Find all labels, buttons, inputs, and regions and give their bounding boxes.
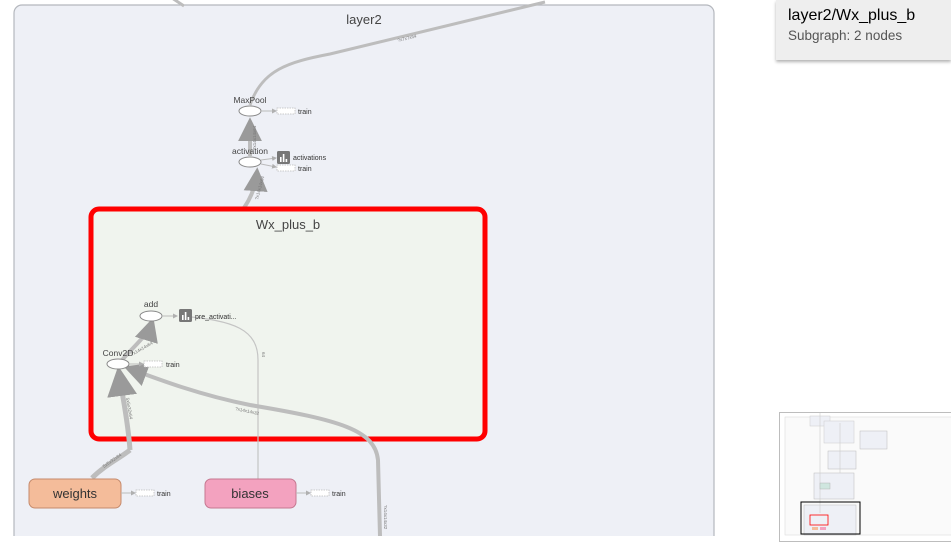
wx-plus-b-label: Wx_plus_b [256,217,320,232]
add-ellipse[interactable] [139,310,163,322]
minimap-canvas [784,413,951,536]
edge-label-input-bottom: ?x14x14x32 [383,505,388,530]
maxpool-train-label: train [298,109,312,116]
layer2-label: layer2 [346,12,381,27]
info-card-title: layer2/Wx_plus_b [788,7,916,24]
weights-train-stub [135,489,155,497]
activation-train-stub [276,164,296,172]
bar-chart-icon[interactable] [179,309,192,322]
activation-summary-label: activations [293,155,327,162]
activation-ellipse[interactable] [238,156,262,168]
bar-chart-icon[interactable] [277,151,290,164]
activation-label: activation [232,146,268,156]
node-info-card[interactable]: layer2/Wx_plus_b Subgraph: 2 nodes [776,0,951,60]
info-card-subtitle: Subgraph: 2 nodes [788,28,903,43]
conv2d-train-stub [143,360,163,368]
biases-train-stub [310,489,330,497]
maxpool-ellipse[interactable] [238,105,262,117]
minimap[interactable] [779,412,951,542]
biases-train-label: train [332,491,346,498]
activation-train-label: train [298,166,312,173]
conv2d-ellipse[interactable] [106,358,130,370]
weights-label: weights [52,486,98,501]
maxpool-label: MaxPool [233,95,266,105]
edge-label-biases-add: 64 [261,352,266,358]
add-label: add [144,299,158,309]
conv2d-label: Conv2D [103,348,134,358]
biases-label: biases [231,486,269,501]
weights-train-label: train [157,491,171,498]
maxpool-train-stub [276,107,296,115]
conv2d-train-label: train [166,362,180,369]
add-summary-label: pre_activati... [195,314,237,321]
